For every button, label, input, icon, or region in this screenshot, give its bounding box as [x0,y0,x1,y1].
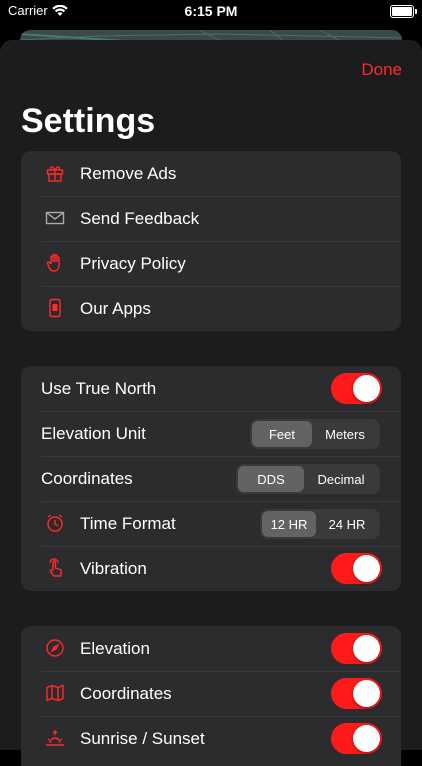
coordinates-format-label: Coordinates [41,469,133,488]
map-icon [45,683,65,703]
vibration-toggle[interactable] [331,553,382,584]
elevation-display-toggle[interactable] [331,633,382,664]
phone-icon [45,298,65,318]
coordinates-display-row: Coordinates [21,671,401,716]
sunrise-icon [45,728,65,748]
status-bar: Carrier 6:15 PM [0,0,422,24]
our-apps-label: Our Apps [80,299,151,318]
coordinates-format-row: Coordinates DDS Decimal [21,456,401,501]
done-button[interactable]: Done [361,60,402,80]
links-group: Remove Ads Send Feedback Privacy Policy [21,151,401,331]
segment-meters[interactable]: Meters [312,421,378,447]
display-group: Elevation Coordinates Sunrise / Sunset [21,626,401,766]
sunrise-sunset-row: Sunrise / Sunset [21,716,401,761]
segment-dds[interactable]: DDS [238,466,304,492]
compass-icon [45,638,65,658]
privacy-policy-label: Privacy Policy [80,254,186,273]
use-true-north-toggle[interactable] [331,373,382,404]
clock-icon [45,513,65,533]
remove-ads-label: Remove Ads [80,164,177,183]
sunrise-sunset-toggle[interactable] [331,723,382,754]
gift-icon [45,163,65,183]
time-format-segmented-control: 12 HR 24 HR [260,509,380,539]
segment-24-hr[interactable]: 24 HR [316,511,378,537]
remove-ads-row[interactable]: Remove Ads [21,151,401,196]
use-true-north-row: Use True North [21,366,401,411]
hand-icon [45,253,65,273]
elevation-display-label: Elevation [80,639,150,658]
coordinates-display-toggle[interactable] [331,678,382,709]
privacy-policy-row[interactable]: Privacy Policy [21,241,401,286]
coordinates-segmented-control: DDS Decimal [236,464,380,494]
vibration-row: Vibration [21,546,401,591]
time-format-row: Time Format 12 HR 24 HR [21,501,401,546]
status-time: 6:15 PM [184,3,238,19]
tap-icon [45,558,65,578]
segment-feet[interactable]: Feet [252,421,312,447]
elevation-unit-label: Elevation Unit [41,424,146,443]
coordinates-display-label: Coordinates [80,684,172,703]
send-feedback-label: Send Feedback [80,209,200,228]
battery-icon [390,5,417,18]
settings-sheet: Done Settings Remove Ads Send Feedback P… [0,40,422,766]
segment-12-hr[interactable]: 12 HR [262,511,316,537]
preferences-group: Use True North Elevation Unit Feet Meter… [21,366,401,591]
send-feedback-row[interactable]: Send Feedback [21,196,401,241]
page-title: Settings [21,102,156,140]
use-true-north-label: Use True North [41,379,157,398]
elevation-unit-segmented-control: Feet Meters [250,419,380,449]
segment-decimal[interactable]: Decimal [304,466,378,492]
sunrise-sunset-label: Sunrise / Sunset [80,729,205,748]
elevation-unit-row: Elevation Unit Feet Meters [21,411,401,456]
our-apps-row[interactable]: Our Apps [21,286,401,331]
envelope-icon [45,208,65,228]
elevation-display-row: Elevation [21,626,401,671]
vibration-label: Vibration [80,559,147,578]
time-format-label: Time Format [80,514,176,533]
